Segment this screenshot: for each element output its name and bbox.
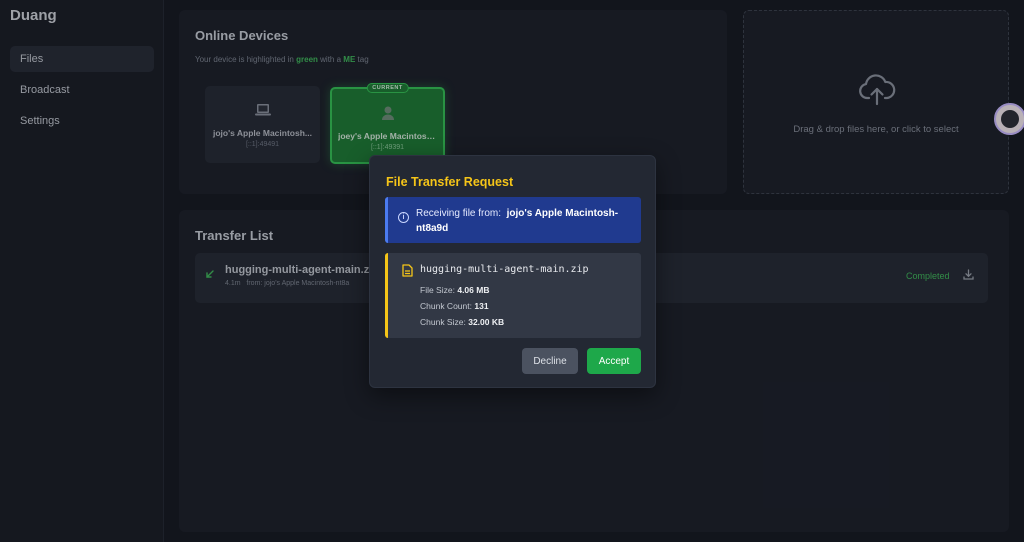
chunk-size: Chunk Size: 32.00 KB — [420, 317, 505, 327]
accept-button[interactable]: Accept — [587, 348, 641, 374]
file-size: File Size: 4.06 MB — [420, 285, 490, 295]
info-icon: i — [398, 212, 409, 223]
dialog-title: File Transfer Request — [386, 175, 514, 189]
file-name: hugging-multi-agent-main.zip — [420, 264, 589, 275]
file-details-box: hugging-multi-agent-main.zip File Size: … — [385, 253, 641, 338]
sender-info-text: Receiving file from: jojo's Apple Macint… — [416, 208, 619, 234]
file-icon — [402, 264, 413, 282]
file-transfer-dialog: File Transfer Request i Receiving file f… — [369, 155, 656, 388]
decline-button[interactable]: Decline — [522, 348, 578, 374]
sender-info-box: i Receiving file from: jojo's Apple Maci… — [385, 197, 641, 243]
chunk-count: Chunk Count: 131 — [420, 301, 489, 311]
